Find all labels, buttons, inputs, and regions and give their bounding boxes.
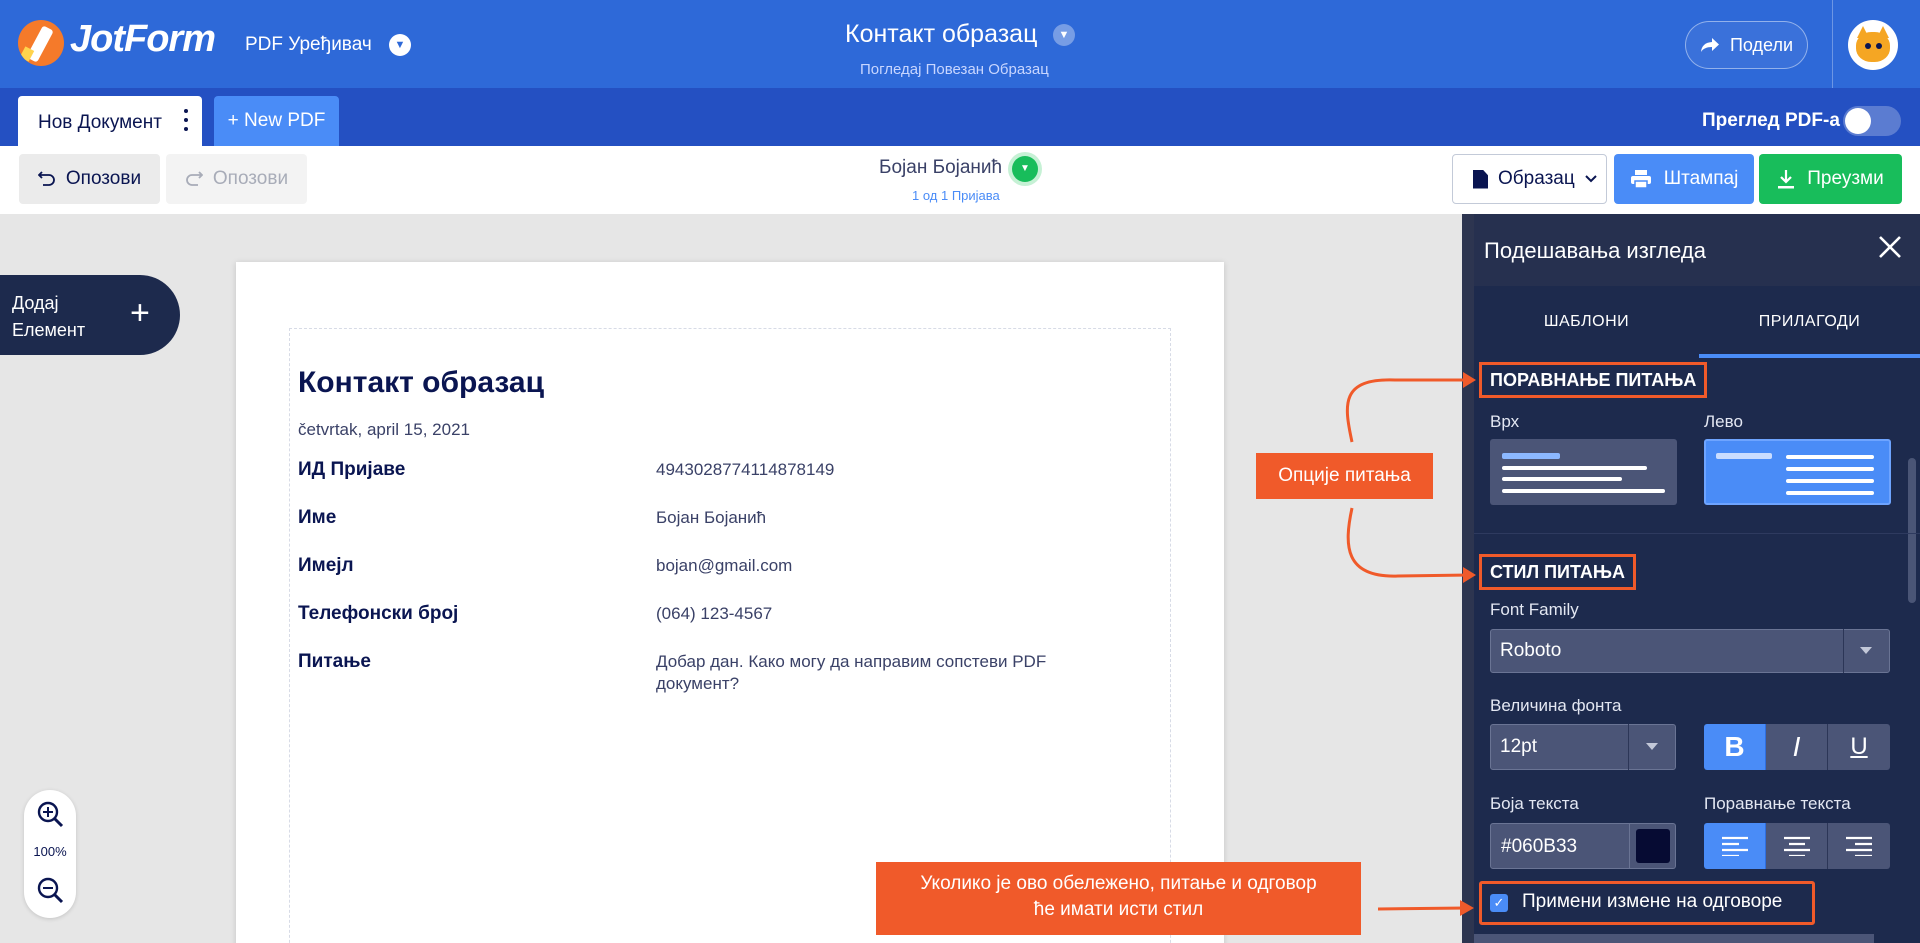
add-element-label: Додај Елемент — [12, 293, 86, 340]
field-value[interactable]: (064) 123-4567 — [656, 603, 1116, 625]
zoom-level: 100% — [33, 844, 67, 859]
align-center-icon — [1783, 836, 1810, 858]
submission-count: 1 од 1 Пријава — [912, 188, 1000, 203]
zoom-controls: 100% — [24, 790, 76, 918]
redo-icon — [186, 171, 203, 186]
view-linked-form-link[interactable]: Погледај Повезан Образац — [860, 61, 1049, 78]
pdf-page: Контакт образац četvrtak, april 15, 2021… — [236, 262, 1224, 943]
chevron-down-icon[interactable]: ▼ — [1053, 24, 1075, 46]
more-options-icon[interactable] — [183, 109, 189, 131]
field-label[interactable]: ИД Пријаве — [298, 459, 405, 481]
form-title[interactable]: Контакт образац — [845, 20, 1037, 49]
document-title[interactable]: Контакт образац — [298, 366, 544, 400]
new-pdf-button[interactable]: + New PDF — [214, 96, 339, 146]
submission-dropdown-icon[interactable]: ▼ — [1012, 156, 1038, 182]
field-value[interactable]: bojan@gmail.com — [656, 555, 1116, 577]
font-family-value: Roboto — [1500, 640, 1562, 661]
apply-note-line-2: ће имати исти стил — [1033, 899, 1204, 920]
plus-icon: + — [130, 294, 150, 332]
template-select-label: Образац — [1498, 168, 1575, 189]
font-size-label: Величина фонта — [1490, 696, 1622, 715]
caret-down-icon — [1646, 743, 1658, 750]
pdf-preview-toggle[interactable] — [1843, 106, 1901, 136]
field-value[interactable]: Добар дан. Како могу да направим сопстев… — [656, 651, 1096, 695]
field-value[interactable]: 4943028774114878149 — [656, 459, 1116, 481]
select-divider — [1628, 724, 1629, 770]
italic-button[interactable]: I — [1766, 724, 1828, 770]
bold-button[interactable]: B — [1704, 724, 1766, 770]
field-label[interactable]: Имејл — [298, 555, 354, 577]
undo-button[interactable]: Опозови — [19, 154, 160, 204]
download-label: Преузми — [1807, 168, 1884, 189]
app-switcher-label[interactable]: PDF Уређивач — [245, 34, 372, 56]
download-button[interactable]: Преузми — [1759, 154, 1902, 204]
field-value[interactable]: Бојан Бојанић — [656, 507, 1116, 529]
jotform-logo-icon[interactable] — [18, 20, 64, 66]
select-divider — [1843, 629, 1844, 673]
text-color-label: Боја текста — [1490, 794, 1579, 813]
align-text-center-button[interactable] — [1766, 823, 1828, 869]
section-divider — [1474, 533, 1920, 534]
caret-down-icon — [1860, 647, 1872, 654]
avatar[interactable] — [1848, 20, 1898, 70]
align-left-option[interactable] — [1704, 439, 1891, 505]
align-left-icon — [1721, 836, 1748, 858]
underline-button[interactable]: U — [1828, 724, 1890, 770]
apply-note-line-1: Уколико је ово обележено, питање и одгов… — [920, 873, 1317, 894]
font-size-value: 12pt — [1500, 736, 1537, 757]
undo-icon — [37, 171, 55, 186]
apply-note-callout: Уколико је ово обележено, питање и одгов… — [876, 862, 1361, 935]
zoom-out-icon[interactable] — [36, 876, 64, 904]
align-right-icon — [1846, 836, 1872, 858]
share-button[interactable]: Подели — [1685, 21, 1808, 69]
document-date[interactable]: četvrtak, april 15, 2021 — [298, 420, 470, 440]
question-alignment-title: ПОРАВНАЊЕ ПИТАЊА — [1479, 362, 1708, 398]
chevron-down-icon — [1585, 175, 1597, 183]
redo-label: Опозови — [212, 168, 289, 189]
apply-to-answers-checkbox[interactable]: ✓ — [1490, 894, 1508, 912]
share-label: Подели — [1729, 34, 1794, 55]
apply-to-answers-label: Примени измене на одговоре — [1522, 891, 1783, 912]
template-select[interactable]: Образац — [1452, 154, 1607, 204]
color-swatch[interactable] — [1636, 829, 1670, 863]
print-button[interactable]: Штампај — [1614, 154, 1754, 204]
panel-scrollbar[interactable] — [1908, 458, 1916, 603]
share-arrow-icon — [1700, 38, 1719, 52]
print-label: Штампај — [1663, 168, 1739, 189]
zoom-in-icon[interactable] — [36, 800, 64, 828]
close-icon[interactable] — [1875, 232, 1905, 262]
chevron-down-icon[interactable]: ▼ — [389, 34, 411, 56]
align-top-label: Врх — [1490, 412, 1520, 431]
align-text-right-button[interactable] — [1828, 823, 1890, 869]
question-style-title: СТИЛ ПИТАЊА — [1479, 554, 1636, 590]
add-element-button[interactable]: Додај Елемент + — [0, 275, 180, 355]
text-color-input[interactable]: #060B33 — [1490, 823, 1630, 869]
redo-button[interactable]: Опозови — [166, 154, 307, 204]
panel-resize-edge[interactable] — [1462, 214, 1474, 943]
text-align-label: Поравнање текста — [1704, 794, 1851, 813]
field-label[interactable]: Питање — [298, 651, 371, 673]
question-options-callout: Опције питања — [1256, 453, 1433, 499]
field-label[interactable]: Име — [298, 507, 336, 529]
pdf-preview-label: Преглед PDF-а — [1702, 110, 1840, 131]
align-text-left-button[interactable] — [1704, 823, 1766, 869]
undo-label: Опозови — [65, 168, 142, 189]
align-top-option[interactable] — [1490, 439, 1677, 505]
printer-icon — [1630, 170, 1651, 189]
align-left-label: Лево — [1704, 412, 1743, 431]
panel-title: Подешавања изгледа — [1484, 238, 1706, 263]
font-family-label: Font Family — [1490, 600, 1579, 619]
submitter-name[interactable]: Бојан Бојанић — [879, 157, 1002, 179]
document-icon — [1473, 169, 1488, 189]
header-divider — [1832, 0, 1833, 88]
tab-customize[interactable]: ПРИЛАГОДИ — [1699, 286, 1920, 358]
tab-templates[interactable]: ШАБЛОНИ — [1474, 286, 1699, 358]
panel-next-section — [1474, 934, 1874, 943]
tab-document[interactable]: Нов Документ — [18, 96, 202, 146]
download-icon — [1778, 170, 1795, 189]
logo-text[interactable]: JotForm — [70, 18, 216, 61]
field-label[interactable]: Телефонски број — [298, 603, 458, 625]
